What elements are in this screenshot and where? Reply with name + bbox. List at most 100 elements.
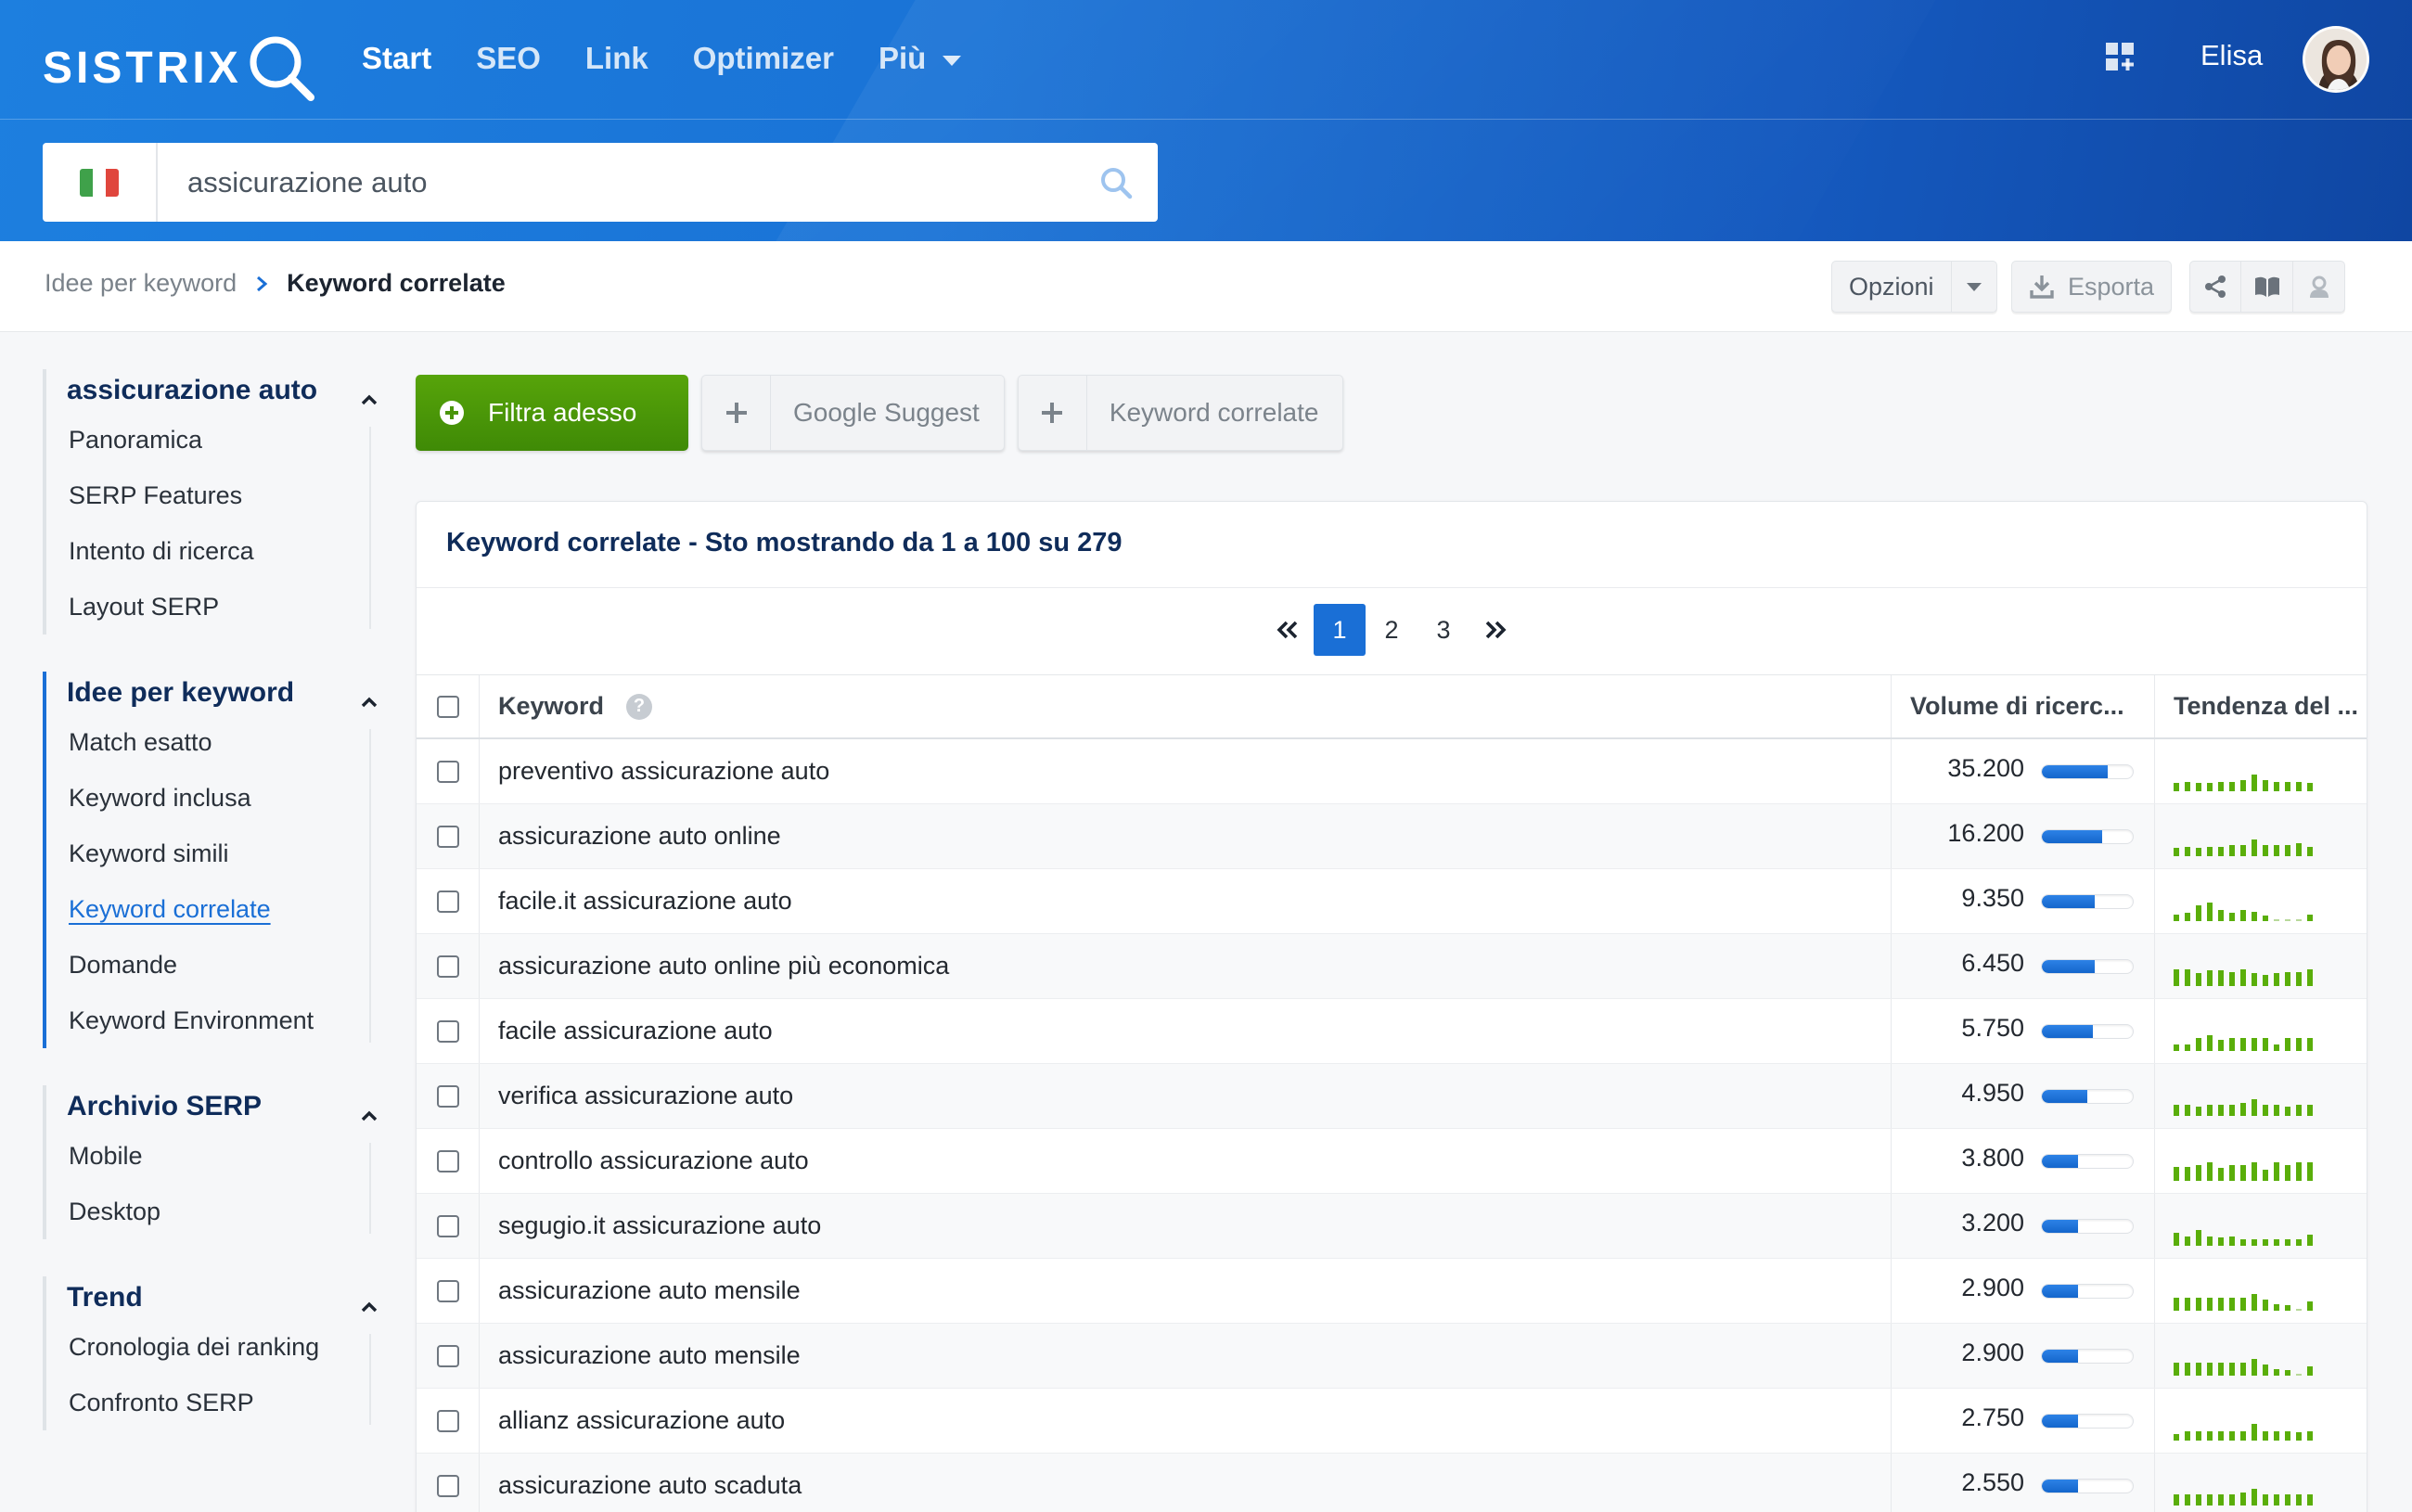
column-trend[interactable]: Tendenza del ...	[2155, 675, 2367, 737]
table-row[interactable]: assicurazione auto mensile 2.900	[417, 1259, 2367, 1324]
table-row[interactable]: preventivo assicurazione auto 35.200	[417, 739, 2367, 804]
volume-bar-fill	[2042, 1414, 2079, 1428]
sidebar-item-keyword-simili[interactable]: Keyword simili	[43, 826, 395, 881]
keyword-link[interactable]: assicurazione auto online	[498, 822, 781, 851]
keyword-link[interactable]: facile assicurazione auto	[498, 1017, 773, 1045]
options-button[interactable]: Opzioni	[1831, 261, 1952, 313]
sidebar-item-keyword-environment[interactable]: Keyword Environment	[43, 993, 395, 1048]
sidebar-item-domande[interactable]: Domande	[43, 937, 395, 993]
sidebar-item-keyword-correlate[interactable]: Keyword correlate	[43, 881, 395, 937]
sidebar-item-desktop[interactable]: Desktop	[43, 1184, 395, 1239]
row-checkbox[interactable]	[436, 825, 459, 848]
row-checkbox[interactable]	[436, 955, 459, 978]
table-row[interactable]: verifica assicurazione auto 4.950	[417, 1064, 2367, 1129]
trend-bar	[2274, 1368, 2279, 1376]
row-checkbox[interactable]	[436, 1084, 459, 1108]
page-button[interactable]: 3	[1418, 604, 1469, 656]
chevron-up-icon[interactable]	[360, 382, 378, 414]
row-checkbox[interactable]	[436, 1344, 459, 1367]
table-row[interactable]: segugio.it assicurazione auto 3.200	[417, 1194, 2367, 1259]
select-all-checkbox[interactable]	[436, 695, 459, 718]
keyword-link[interactable]: assicurazione auto mensile	[498, 1276, 801, 1305]
nav-item-più[interactable]: Più	[879, 41, 962, 76]
table-row[interactable]: assicurazione auto online 16.200	[417, 804, 2367, 869]
page-button[interactable]: 2	[1366, 604, 1418, 656]
table-row[interactable]: allianz assicurazione auto 2.750	[417, 1389, 2367, 1454]
sidebar-item-cronologia-dei-ranking[interactable]: Cronologia dei ranking	[43, 1319, 395, 1375]
keyword-link[interactable]: assicurazione auto mensile	[498, 1341, 801, 1370]
table-row[interactable]: assicurazione auto scaduta 2.550	[417, 1454, 2367, 1512]
volume-bar-fill	[2042, 894, 2095, 908]
row-checkbox[interactable]	[436, 1279, 459, 1302]
sidebar-item-intento-di-ricerca[interactable]: Intento di ricerca	[43, 523, 395, 579]
table-row[interactable]: facile.it assicurazione auto 9.350	[417, 869, 2367, 934]
trend-bar	[2263, 844, 2268, 856]
chevron-up-icon[interactable]	[360, 1098, 378, 1130]
row-checkbox[interactable]	[436, 1149, 459, 1172]
nav-item-start[interactable]: Start	[362, 41, 431, 76]
apps-grid-icon[interactable]	[2104, 41, 2136, 72]
sidebar-group-title[interactable]: assicurazione auto	[43, 369, 395, 412]
sidebar-item-match-esatto[interactable]: Match esatto	[43, 714, 395, 770]
keyword-link[interactable]: preventivo assicurazione auto	[498, 757, 829, 786]
column-volume[interactable]: Volume di ricerc...	[1892, 675, 2155, 737]
country-selector[interactable]	[43, 143, 158, 222]
row-checkbox[interactable]	[436, 1409, 459, 1432]
row-checkbox[interactable]	[436, 1214, 459, 1237]
table-row[interactable]: controllo assicurazione auto 3.800	[417, 1129, 2367, 1194]
breadcrumb-parent[interactable]: Idee per keyword	[45, 269, 237, 298]
table-row[interactable]: facile assicurazione auto 5.750	[417, 999, 2367, 1064]
export-button[interactable]: Esporta	[2011, 261, 2173, 313]
search-input[interactable]	[158, 143, 1074, 222]
row-checkbox[interactable]	[436, 890, 459, 913]
user-name[interactable]: Elisa	[2200, 39, 2263, 72]
sidebar-group-title[interactable]: Trend	[43, 1276, 395, 1319]
sidebar-item-mobile[interactable]: Mobile	[43, 1128, 395, 1184]
handbook-button[interactable]	[2241, 261, 2293, 313]
sidebar-group-label: Archivio SERP	[67, 1091, 263, 1121]
last-page-button[interactable]	[1469, 604, 1521, 656]
avatar[interactable]	[2303, 26, 2369, 93]
sidebar-item-keyword-inclusa[interactable]: Keyword inclusa	[43, 770, 395, 826]
sidebar-item-layout-serp[interactable]: Layout SERP	[43, 579, 395, 634]
filter-now-button[interactable]: Filtra adesso	[416, 375, 688, 451]
nav-item-seo[interactable]: SEO	[476, 41, 541, 76]
chevron-up-icon[interactable]	[360, 1289, 378, 1321]
keyword-link[interactable]: verifica assicurazione auto	[498, 1082, 793, 1110]
row-checkbox[interactable]	[436, 760, 459, 783]
sidebar-item-confronto-serp[interactable]: Confronto SERP	[43, 1375, 395, 1430]
support-button[interactable]	[2293, 261, 2345, 313]
table-row[interactable]: assicurazione auto online più economica 6…	[417, 934, 2367, 999]
filter-chip-google-suggest[interactable]: Google Suggest	[701, 375, 1005, 451]
table-row[interactable]: assicurazione auto mensile 2.900	[417, 1324, 2367, 1389]
chevron-up-icon[interactable]	[360, 685, 378, 716]
logo[interactable]: SISTRIX	[43, 35, 316, 101]
trend-bar	[2240, 909, 2246, 921]
share-button[interactable]	[2189, 261, 2241, 313]
sidebar-item-panoramica[interactable]: Panoramica	[43, 412, 395, 468]
keyword-link[interactable]: segugio.it assicurazione auto	[498, 1211, 821, 1240]
first-page-button[interactable]	[1262, 604, 1314, 656]
sidebar-group-title[interactable]: Idee per keyword	[43, 672, 395, 714]
filter-chip-keyword-correlate[interactable]: Keyword correlate	[1017, 375, 1344, 451]
keyword-link[interactable]: controllo assicurazione auto	[498, 1147, 809, 1175]
row-checkbox[interactable]	[436, 1019, 459, 1043]
volume-bar	[2041, 1478, 2134, 1493]
keyword-link[interactable]: assicurazione auto online più economica	[498, 952, 949, 980]
column-keyword[interactable]: Keyword ?	[480, 675, 1892, 737]
options-caret-button[interactable]	[1951, 261, 1997, 313]
keyword-link[interactable]: allianz assicurazione auto	[498, 1406, 785, 1435]
help-icon[interactable]: ?	[626, 693, 653, 720]
page-button[interactable]: 1	[1314, 604, 1366, 656]
nav-item-optimizer[interactable]: Optimizer	[693, 41, 834, 76]
nav-item-link[interactable]: Link	[585, 41, 648, 76]
trend-bar	[2274, 781, 2279, 791]
sidebar-group-title[interactable]: Archivio SERP	[43, 1085, 395, 1128]
row-select-cell	[417, 1454, 480, 1512]
keyword-link[interactable]: assicurazione auto scaduta	[498, 1471, 802, 1500]
trend-bar	[2240, 779, 2246, 791]
search-button[interactable]	[1074, 143, 1158, 222]
row-checkbox[interactable]	[436, 1474, 459, 1497]
keyword-link[interactable]: facile.it assicurazione auto	[498, 887, 792, 916]
sidebar-item-serp-features[interactable]: SERP Features	[43, 468, 395, 523]
